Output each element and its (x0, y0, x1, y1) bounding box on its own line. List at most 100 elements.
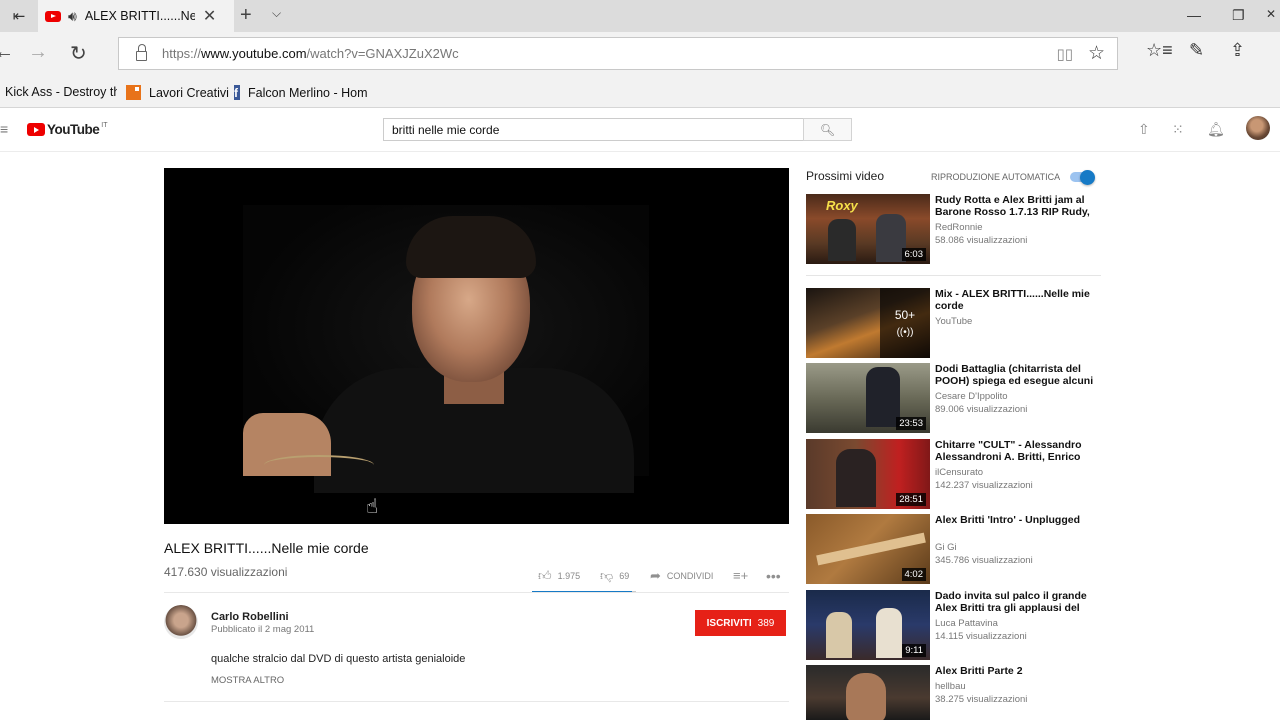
more-actions-button[interactable]: ••• (766, 568, 787, 584)
related-video-title[interactable]: Dado invita sul palco il grande Alex Bri… (935, 590, 1095, 614)
minimize-icon[interactable]: — (1187, 7, 1201, 23)
mix-count: 50+ (894, 308, 916, 322)
upload-icon[interactable]: ⇧ (1138, 121, 1150, 138)
video-thumbnail[interactable]: 9:11 (806, 590, 930, 660)
related-video-title[interactable]: Chitarre "CULT" - Alessandro Alessandron… (935, 439, 1095, 463)
browser-tab-active[interactable]: 🔊︎ ALEX BRITTI......Nelle mie corde ✕ (38, 0, 234, 32)
publish-date: Pubblicato il 2 mag 2011 (211, 624, 315, 635)
video-duration: 9:11 (902, 644, 926, 657)
related-video[interactable]: Alex Britti Parte 2 hellbau 38.275 visua… (806, 665, 1106, 720)
related-video-channel: Gi Gi (935, 542, 957, 553)
divider (164, 592, 789, 593)
related-video-channel: hellbau (935, 681, 966, 692)
facebook-icon: f (234, 85, 240, 100)
menu-icon[interactable]: ≡ (0, 121, 8, 137)
dislike-button[interactable]: 👎︎ 69 (600, 568, 629, 584)
youtube-header: ≡ YouTube IT britti nelle mie corde 🔍︎ ⇧… (0, 108, 1280, 152)
chevron-down-icon[interactable]: ⌵ (272, 6, 281, 21)
thumbnail-figure (866, 367, 900, 427)
favorite-label: Falcon Merlino - Home (248, 85, 368, 100)
star-icon[interactable]: ☆ (1088, 42, 1105, 65)
address-input[interactable]: https://www.youtube.com/watch?v=GNAXJZuX… (118, 37, 1118, 70)
video-player[interactable]: ☝ (164, 168, 789, 524)
lock-icon (136, 44, 147, 61)
video-thumbnail[interactable] (806, 665, 930, 720)
favorite-kick-ass[interactable]: Kick Ass - Destroy the (5, 85, 117, 99)
window-close-icon[interactable]: ✕ (1266, 7, 1276, 21)
autoplay-toggle[interactable] (1070, 170, 1096, 185)
related-video-title[interactable]: Mix - ALEX BRITTI......Nelle mie corde (935, 288, 1095, 312)
autoplay-label: RIPRODUZIONE AUTOMATICA (931, 172, 1061, 182)
refresh-icon[interactable]: ↻ (70, 41, 87, 66)
reading-view-icon[interactable]: ▯▯ (1056, 45, 1073, 63)
speaker-icon[interactable]: 🔊︎ (68, 8, 77, 25)
related-video-title[interactable]: Dodi Battaglia (chitarrista del POOH) sp… (935, 363, 1095, 387)
logo-text: YouTube (47, 122, 100, 137)
related-mix[interactable]: 50+ ((•)) Mix - ALEX BRITTI......Nelle m… (806, 288, 1106, 358)
related-video-title[interactable]: Alex Britti Parte 2 (935, 665, 1095, 677)
related-video-channel: Cesare D'Ippolito (935, 391, 1008, 402)
favorite-lavori-creativi[interactable]: Lavori Creativi (126, 85, 229, 100)
related-video-channel: RedRonnie (935, 222, 983, 233)
tab-title: ALEX BRITTI......Nelle mie corde (84, 9, 195, 23)
search-input[interactable]: britti nelle mie corde (383, 118, 804, 141)
favorites-hub-icon[interactable]: ☆≡ (1146, 40, 1173, 61)
video-thumbnail[interactable]: 23:53 (806, 363, 930, 433)
related-video[interactable]: Roxy 6:03 Rudy Rotta e Alex Britti jam a… (806, 194, 1106, 264)
thumbnail-figure (836, 449, 876, 507)
show-more-link[interactable]: MOSTRA ALTRO (211, 675, 284, 686)
restore-icon[interactable]: ❐ (1232, 7, 1245, 24)
new-tab-icon[interactable]: + (240, 4, 252, 27)
subscribe-label: ISCRIVITI (706, 617, 752, 629)
related-video-views: 38.275 visualizzazioni (935, 694, 1028, 705)
up-next-label: Prossimi video (806, 169, 885, 183)
thumbnail-figure (826, 612, 852, 658)
share-icon[interactable]: ⇪ (1230, 40, 1245, 61)
related-video[interactable]: 9:11 Dado invita sul palco il grande Ale… (806, 590, 1106, 660)
related-video-title[interactable]: Rudy Rotta e Alex Britti jam al Barone R… (935, 194, 1095, 218)
channel-avatar[interactable] (164, 605, 198, 639)
tabs-aside-icon[interactable]: ⇤ (0, 0, 38, 32)
video-duration: 28:51 (896, 493, 926, 506)
video-thumbnail[interactable]: 4:02 (806, 514, 930, 584)
thumbnail-figure (828, 219, 856, 261)
share-button[interactable]: ➦ CONDIVIDI (650, 568, 713, 584)
related-video-channel: ilCensurato (935, 467, 984, 478)
related-video-title[interactable]: Alex Britti 'Intro' - Unplugged (935, 514, 1095, 526)
url-text[interactable]: https://www.youtube.com/watch?v=GNAXJZuX… (162, 46, 459, 61)
back-arrow-icon[interactable]: ← (0, 41, 14, 64)
video-description: qualche stralcio dal DVD di questo artis… (211, 653, 466, 665)
favorite-falcon-merlino[interactable]: f Falcon Merlino - Home (234, 85, 368, 100)
channel-name[interactable]: Carlo Robellini (211, 611, 289, 623)
related-video[interactable]: 23:53 Dodi Battaglia (chitarrista del PO… (806, 363, 1106, 433)
youtube-logo[interactable]: YouTube IT (27, 122, 107, 137)
add-to-playlist-button[interactable]: ≡+ (733, 568, 754, 583)
like-button[interactable]: 👍︎ 1.975 (538, 568, 580, 584)
youtube-favicon-icon (45, 10, 61, 22)
video-thumbnail[interactable]: 28:51 (806, 439, 930, 509)
related-video[interactable]: 28:51 Chitarre "CULT" - Alessandro Aless… (806, 439, 1106, 509)
video-thumbnail[interactable]: 50+ ((•)) (806, 288, 930, 358)
add-playlist-icon: ≡+ (733, 568, 749, 583)
user-avatar[interactable] (1246, 116, 1270, 140)
more-horiz-icon: ••• (766, 568, 781, 584)
search-button[interactable]: 🔍︎ (803, 118, 852, 141)
blogger-icon (126, 85, 141, 100)
related-video-views: 142.237 visualizzazioni (935, 480, 1033, 491)
favorite-label: Lavori Creativi (149, 85, 229, 100)
pen-icon[interactable]: ✎ (1189, 40, 1204, 61)
favorite-label: Kick Ass - Destroy the (5, 85, 117, 99)
logo-country: IT (101, 122, 108, 129)
thumbnail-guitar-neck (816, 532, 926, 566)
more-icon[interactable]: ⋮ (1272, 40, 1280, 61)
forward-arrow-icon[interactable]: → (28, 41, 48, 64)
related-video[interactable]: 4:02 Alex Britti 'Intro' - Unplugged Gi … (806, 514, 1106, 584)
subscribe-button[interactable]: ISCRIVITI 389 (695, 610, 786, 636)
close-tab-icon[interactable]: ✕ (203, 6, 216, 26)
notifications-bell-icon[interactable]: 🔔︎ (1207, 121, 1225, 138)
subscriber-count: 389 (757, 617, 775, 629)
share-label: CONDIVIDI (666, 571, 714, 581)
mix-radio-icon: ((•)) (896, 327, 914, 338)
apps-grid-icon[interactable]: ⁙ (1172, 121, 1184, 138)
video-thumbnail[interactable]: Roxy 6:03 (806, 194, 930, 264)
